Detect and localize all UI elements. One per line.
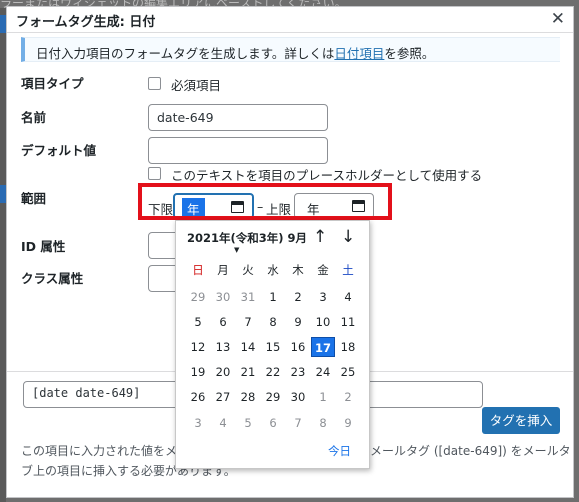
calendar-day[interactable]: 31	[236, 287, 260, 307]
weekday-header: 月	[217, 263, 229, 277]
calendar-day[interactable]: 28	[236, 387, 260, 407]
calendar-day[interactable]: 11	[336, 312, 360, 332]
weekday-header: 金	[317, 263, 329, 277]
calendar-day[interactable]: 3	[186, 413, 210, 433]
calendar-day[interactable]: 16	[286, 337, 310, 357]
weekday-header: 火	[242, 263, 254, 277]
next-month-icon[interactable]: ↓	[341, 227, 355, 247]
calendar-day[interactable]: 29	[261, 387, 285, 407]
date-picker-popup: 2021年(令和3年) 9月 ▼ ↑ ↓ 今日 日月火水木金土 29 30 31 1 2 3…	[175, 220, 370, 469]
calendar-day[interactable]: 6	[211, 312, 235, 332]
calendar-day[interactable]: 20	[211, 362, 235, 382]
info-notice: 日付入力項目のフォームタグを生成します。詳しくは日付項目を参照。	[21, 37, 560, 62]
close-icon[interactable]: ✕	[551, 9, 565, 29]
calendar-day[interactable]: 5	[186, 312, 210, 332]
calendar-day[interactable]: 9	[286, 312, 310, 332]
calendar-day[interactable]: 3	[311, 287, 335, 307]
month-dropdown-icon[interactable]: ▼	[234, 246, 239, 254]
calendar-day[interactable]: 26	[186, 387, 210, 407]
calendar-day[interactable]: 8	[261, 312, 285, 332]
calendar-day[interactable]: 24	[311, 362, 335, 382]
calendar-day[interactable]: 27	[211, 387, 235, 407]
dialog-title: フォームタグ生成: 日付	[16, 15, 156, 30]
calendar-day[interactable]: 5	[236, 413, 260, 433]
previous-month-icon[interactable]: ↑	[313, 227, 327, 247]
calendar-day[interactable]: 2	[336, 387, 360, 407]
default-value-input[interactable]	[148, 137, 328, 164]
range-highlight-box	[138, 183, 392, 220]
id-attribute-label: ID 属性	[21, 239, 66, 254]
calendar-day[interactable]: 1	[311, 387, 335, 407]
dialog-titlebar: フォームタグ生成: 日付 ✕	[7, 7, 573, 33]
calendar-day[interactable]: 30	[286, 387, 310, 407]
calendar-day[interactable]: 4	[211, 413, 235, 433]
calendar-day[interactable]: 18	[336, 337, 360, 357]
today-button[interactable]: 今日	[328, 443, 351, 459]
notice-link[interactable]: 日付項目	[334, 46, 384, 61]
weekday-header: 木	[292, 263, 304, 277]
calendar-day-selected[interactable]: 17	[311, 337, 335, 357]
calendar-day[interactable]: 4	[336, 287, 360, 307]
calendar-day[interactable]: 6	[261, 413, 285, 433]
calendar-day[interactable]: 14	[236, 337, 260, 357]
name-input[interactable]: date-649	[148, 104, 328, 131]
calendar-day[interactable]: 22	[261, 362, 285, 382]
range-label: 範囲	[21, 191, 47, 206]
calendar-day[interactable]: 2	[286, 287, 310, 307]
calendar-day[interactable]: 7	[236, 312, 260, 332]
calendar-day[interactable]: 30	[211, 287, 235, 307]
calendar-day[interactable]: 21	[236, 362, 260, 382]
required-label: 必須項目	[171, 78, 222, 93]
default-value-label: デフォルト値	[21, 143, 97, 158]
field-type-label: 項目タイプ	[21, 76, 84, 91]
calendar-day[interactable]: 15	[261, 337, 285, 357]
calendar-day[interactable]: 23	[286, 362, 310, 382]
weekday-header: 土	[342, 263, 354, 277]
calendar-day[interactable]: 29	[186, 287, 210, 307]
notice-text: 日付入力項目のフォームタグを生成します。詳しくは	[36, 46, 335, 61]
notice-suffix: を参照。	[384, 46, 435, 61]
insert-tag-button[interactable]: タグを挿入	[482, 407, 560, 434]
calendar-day[interactable]: 25	[336, 362, 360, 382]
calendar-month-label[interactable]: 2021年(令和3年) 9月	[187, 230, 307, 246]
calendar-day[interactable]: 10	[311, 312, 335, 332]
calendar-day[interactable]: 1	[261, 287, 285, 307]
calendar-day[interactable]: 13	[211, 337, 235, 357]
calendar-day[interactable]: 19	[186, 362, 210, 382]
calendar-day[interactable]: 9	[336, 413, 360, 433]
calendar-day[interactable]: 8	[311, 413, 335, 433]
required-checkbox[interactable]	[148, 77, 161, 90]
weekday-header: 日	[192, 263, 204, 277]
name-label: 名前	[21, 110, 47, 125]
calendar-day[interactable]: 7	[286, 413, 310, 433]
placeholder-label: このテキストを項目のプレースホルダーとして使用する	[171, 168, 483, 183]
calendar-day[interactable]: 12	[186, 337, 210, 357]
class-attribute-label: クラス属性	[21, 271, 84, 286]
placeholder-checkbox[interactable]	[148, 167, 161, 180]
footer-text-line1: この項目に入力された値をメ	[21, 444, 178, 458]
footer-text-line1-right: メールタグ ([date-649]) をメールタ	[370, 444, 571, 458]
weekday-header: 水	[267, 263, 279, 277]
